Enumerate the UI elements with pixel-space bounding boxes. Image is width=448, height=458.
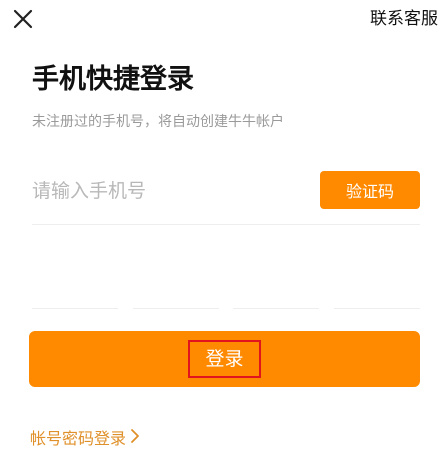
code-box[interactable] — [233, 290, 320, 309]
chevron-right-icon — [130, 428, 140, 450]
customer-service-link[interactable]: 联系客服 — [370, 8, 438, 30]
phone-input[interactable] — [32, 176, 302, 206]
page-subtitle: 未注册过的手机号，将自动创建牛牛帐户 — [32, 114, 284, 130]
login-button[interactable]: 登录 — [29, 331, 420, 387]
code-box[interactable] — [333, 290, 420, 309]
get-code-button[interactable]: 验证码 — [320, 171, 420, 209]
password-login-label: 帐号密码登录 — [30, 429, 127, 448]
verification-code-boxes — [32, 290, 420, 310]
login-button-label: 登录 — [188, 340, 261, 378]
code-box[interactable] — [32, 290, 118, 309]
phone-row: 验证码 — [32, 164, 420, 225]
close-icon[interactable] — [10, 6, 36, 32]
password-login-link[interactable]: 帐号密码登录 — [30, 428, 140, 450]
code-box[interactable] — [132, 290, 219, 309]
page-title: 手机快捷登录 — [32, 64, 194, 95]
